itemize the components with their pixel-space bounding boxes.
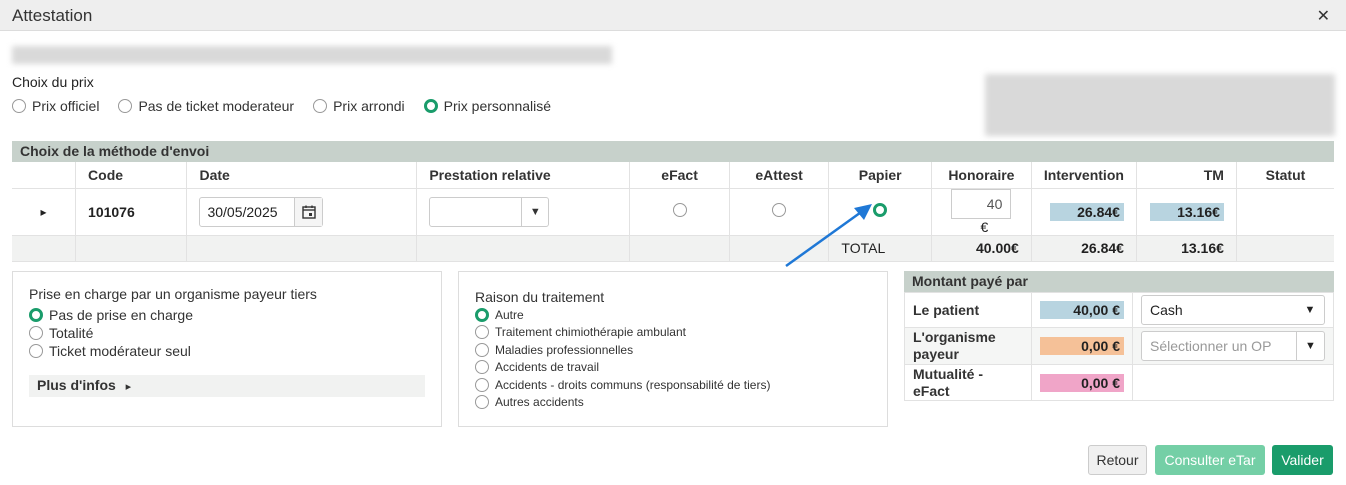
- expand-row-icon[interactable]: ▸: [12, 188, 76, 236]
- reason-option-chemo[interactable]: Traitement chimiothérapie ambulant: [475, 325, 686, 339]
- chevron-right-icon: ▸: [125, 381, 132, 393]
- tm-column-header: TM: [1135, 162, 1237, 189]
- prestation-column-header: Prestation relative: [416, 162, 630, 189]
- efact-cell: [629, 188, 730, 236]
- patient-label: Le patient: [913, 301, 980, 318]
- amount-paid-by-header: Montant payé par: [904, 271, 1334, 292]
- treatment-reason-panel: Raison du traitement Autre Traitement ch…: [458, 271, 888, 427]
- organisme-label: L'organisme payeur: [913, 329, 996, 362]
- honoraire-column-header: Honoraire: [930, 162, 1032, 189]
- statut-column-header: Statut: [1235, 162, 1334, 189]
- radio-icon[interactable]: [313, 99, 328, 113]
- table-row: Mutualité - eFact 0,00 €: [904, 364, 1334, 401]
- back-button[interactable]: Retour: [1088, 445, 1147, 475]
- currency-label: €: [980, 218, 989, 235]
- price-option-custom[interactable]: Prix personnalisé: [423, 98, 551, 114]
- tiers-option-ticket[interactable]: Ticket modérateur seul: [29, 343, 191, 359]
- radio-icon[interactable]: [475, 343, 489, 357]
- total-intervention: 26.84€: [1030, 235, 1137, 262]
- calendar-icon[interactable]: [294, 197, 323, 226]
- radio-icon[interactable]: [12, 99, 26, 113]
- expand-column-header: [12, 162, 76, 189]
- reason-option-work-accident[interactable]: Accidents de travail: [475, 360, 599, 374]
- window-titlebar: Attestation ✕: [0, 0, 1346, 31]
- radio-icon[interactable]: [475, 395, 489, 409]
- statut-cell: [1235, 188, 1334, 236]
- chevron-down-icon[interactable]: ▼: [521, 197, 548, 226]
- mutualite-label: Mutualité - eFact: [913, 365, 983, 399]
- intervention-column-header: Intervention: [1030, 162, 1137, 189]
- date-value: 30/05/2025: [207, 203, 278, 220]
- row-code: 101076: [75, 188, 187, 236]
- organisme-select[interactable]: Sélectionner un OP ▼: [1141, 331, 1325, 361]
- reason-option-other-accidents[interactable]: Autres accidents: [475, 395, 584, 409]
- efact-column-header: eFact: [629, 162, 730, 189]
- more-info-toggle[interactable]: Plus d'infos ▸: [29, 375, 425, 397]
- window-title: Attestation: [12, 6, 93, 25]
- tiers-option-none[interactable]: Pas de prise en charge: [29, 307, 193, 323]
- prestation-grid: Code Date Prestation relative eFact eAtt…: [12, 162, 1334, 262]
- third-party-payer-panel: Prise en charge par un organisme payeur …: [12, 271, 442, 427]
- radio-selected-icon[interactable]: [475, 308, 489, 322]
- total-row: TOTAL 40.00€ 26.84€ 13.16€: [12, 235, 1334, 262]
- honoraire-cell: 40 €: [930, 188, 1032, 236]
- radio-icon[interactable]: [118, 99, 133, 113]
- intervention-cell: 26.84€: [1030, 188, 1137, 236]
- radio-icon[interactable]: [475, 325, 489, 339]
- date-input[interactable]: 30/05/2025: [199, 196, 324, 227]
- price-option-rounded[interactable]: Prix arrondi: [313, 98, 405, 114]
- annotation-arrow-icon: [785, 204, 872, 268]
- third-party-title: Prise en charge par un organisme payeur …: [29, 286, 317, 302]
- reason-option-occupational[interactable]: Maladies professionnelles: [475, 343, 633, 357]
- radio-icon[interactable]: [475, 378, 489, 392]
- close-icon[interactable]: ✕: [1317, 6, 1330, 26]
- honoraire-input[interactable]: 40: [951, 188, 1012, 219]
- chevron-down-icon[interactable]: ▼: [1296, 296, 1324, 324]
- treatment-reason-title: Raison du traitement: [475, 289, 605, 305]
- patient-amount: 40,00 €: [1040, 301, 1124, 319]
- redacted-patient-info: [12, 46, 612, 64]
- total-honoraire: 40.00€: [930, 235, 1032, 262]
- intervention-amount: 26.84€: [1049, 202, 1124, 221]
- validate-button[interactable]: Valider: [1272, 445, 1333, 475]
- radio-icon[interactable]: [29, 326, 43, 340]
- price-choice-label: Choix du prix: [12, 74, 94, 90]
- eattest-column-header: eAttest: [728, 162, 829, 189]
- table-row: Le patient 40,00 € Cash ▼: [904, 292, 1334, 328]
- prestation-select[interactable]: ▼: [429, 196, 550, 227]
- reason-option-common-law[interactable]: Accidents - droits communs (responsabili…: [475, 378, 770, 392]
- radio-selected-icon[interactable]: [29, 308, 43, 322]
- send-method-section-header: Choix de la méthode d'envoi: [12, 141, 1334, 162]
- row-date-cell: 30/05/2025: [186, 188, 417, 236]
- tiers-option-total[interactable]: Totalité: [29, 325, 93, 341]
- tm-amount: 13.16€: [1149, 202, 1224, 221]
- papier-column-header: Papier: [828, 162, 932, 189]
- table-row: ▸ 101076 30/05/2025 ▼ 40 € 26.84€ 13.16€: [12, 188, 1334, 236]
- row-prestation-cell: ▼: [416, 188, 630, 236]
- payment-method-value: Cash: [1150, 302, 1183, 318]
- redacted-address-block: [985, 74, 1335, 136]
- amount-paid-by-table: Le patient 40,00 € Cash ▼ L'organisme pa…: [904, 292, 1334, 401]
- efact-radio[interactable]: [672, 203, 687, 217]
- chevron-down-icon[interactable]: ▼: [1296, 332, 1324, 360]
- payment-method-select[interactable]: Cash ▼: [1141, 295, 1325, 325]
- organisme-select-placeholder: Sélectionner un OP: [1150, 338, 1272, 354]
- reason-option-other[interactable]: Autre: [475, 308, 524, 322]
- organisme-amount: 0,00 €: [1040, 337, 1124, 355]
- price-option-no-ticket[interactable]: Pas de ticket moderateur: [118, 98, 294, 114]
- price-option-official[interactable]: Prix officiel: [12, 98, 99, 114]
- mutualite-amount: 0,00 €: [1040, 373, 1124, 392]
- grid-header-row: Code Date Prestation relative eFact eAtt…: [12, 162, 1334, 189]
- radio-icon[interactable]: [29, 344, 43, 358]
- date-column-header: Date: [186, 162, 417, 189]
- table-row: L'organisme payeur 0,00 € Sélectionner u…: [904, 327, 1334, 365]
- consult-etar-button[interactable]: Consulter eTar: [1155, 445, 1265, 475]
- total-tm: 13.16€: [1135, 235, 1237, 262]
- radio-icon[interactable]: [475, 360, 489, 374]
- radio-selected-icon[interactable]: [423, 99, 438, 113]
- price-options: Prix officiel Pas de ticket moderateur P…: [12, 98, 570, 114]
- tm-cell: 13.16€: [1135, 188, 1237, 236]
- code-column-header: Code: [75, 162, 187, 189]
